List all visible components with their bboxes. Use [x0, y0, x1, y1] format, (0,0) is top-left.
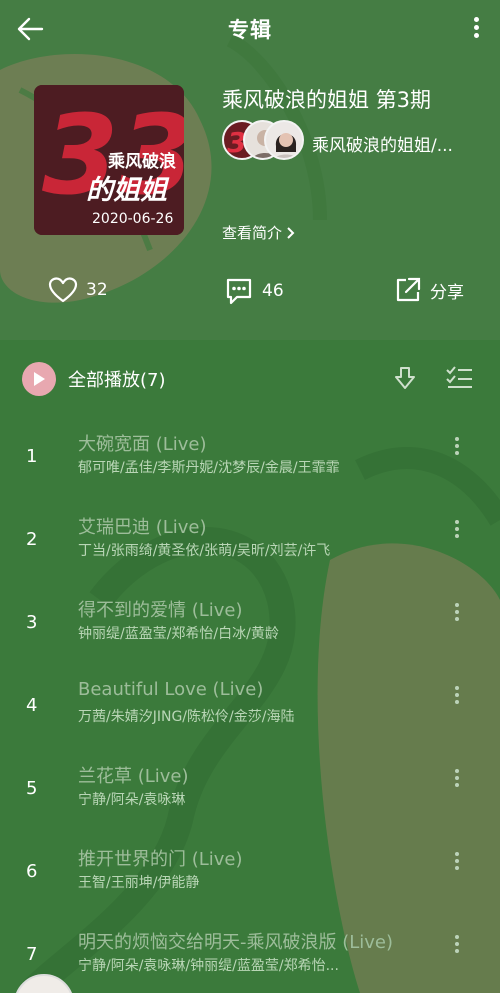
- dot: [455, 776, 459, 780]
- track-artists: 宁静/阿朵/袁咏琳: [78, 792, 186, 808]
- track-more-button[interactable]: [452, 849, 462, 877]
- dot: [455, 859, 459, 863]
- track-artists: 宁静/阿朵/袁咏琳/钟丽缇/蓝盈莹/郑希怡...: [78, 958, 339, 974]
- track-artists: 郁可唯/孟佳/李斯丹妮/沈梦辰/金晨/王霏霏: [78, 460, 340, 476]
- dot: [455, 700, 459, 704]
- play-all-button[interactable]: 全部播放(7): [22, 362, 166, 396]
- share-label: 分享: [430, 282, 464, 303]
- track-number: 7: [26, 944, 38, 965]
- download-icon: [395, 367, 415, 389]
- track-title: 明天的烦恼交给明天-乘风破浪版 (Live): [78, 932, 394, 953]
- track-title: 兰花草 (Live): [78, 766, 189, 787]
- more-vertical-icon: [455, 935, 459, 939]
- share-icon: [396, 277, 421, 302]
- dot: [473, 33, 479, 38]
- track-row[interactable]: 3 得不到的爱情 (Live) 钟丽缇/蓝盈莹/郑希怡/白冰/黄龄: [0, 596, 500, 679]
- track-row[interactable]: 6 推开世界的门 (Live) 王智/王丽坤/伊能静: [0, 845, 500, 928]
- track-title: 推开世界的门 (Live): [78, 849, 243, 870]
- more-vertical-icon: [455, 686, 459, 690]
- track-more-button[interactable]: [452, 517, 462, 545]
- like-button[interactable]: 32: [48, 276, 108, 304]
- page-title: 专辑: [228, 18, 272, 42]
- share-button[interactable]: 分享: [394, 276, 464, 304]
- heart-icon: [48, 277, 78, 303]
- dot: [455, 693, 459, 697]
- dot: [455, 534, 459, 538]
- play-all-label: 全部播放(7): [68, 370, 166, 391]
- track-number: 2: [26, 529, 38, 550]
- more-vertical-icon: [473, 17, 479, 22]
- multi-select-button[interactable]: [445, 366, 473, 394]
- dot: [455, 451, 459, 455]
- track-row[interactable]: 4 Beautiful Love (Live) 万茜/朱婧汐JING/陈松伶/金…: [0, 679, 500, 762]
- cover-line-1: 乘风破浪: [107, 151, 176, 172]
- album-name: 乘风破浪的姐姐 第3期: [222, 88, 432, 112]
- download-button[interactable]: [393, 366, 417, 396]
- dot: [455, 949, 459, 953]
- dot: [455, 610, 459, 614]
- track-title: 艾瑞巴迪 (Live): [78, 517, 207, 538]
- track-row[interactable]: 7 明天的烦恼交给明天-乘风破浪版 (Live) 宁静/阿朵/袁咏琳/钟丽缇/蓝…: [0, 928, 500, 993]
- like-count: 32: [86, 280, 108, 300]
- cover-date: 2020-06-26: [92, 211, 173, 227]
- top-bar: 专辑: [0, 0, 500, 58]
- more-options-button[interactable]: [470, 14, 482, 46]
- more-vertical-icon: [455, 603, 459, 607]
- dot: [455, 527, 459, 531]
- track-more-button[interactable]: [452, 434, 462, 462]
- intro-link-label: 查看简介: [222, 224, 283, 242]
- checklist-icon: [446, 366, 472, 388]
- album-cover[interactable]: 33 乘风破浪 的姐姐 2020-06-26: [34, 85, 184, 235]
- chevron-right-icon: [287, 226, 295, 239]
- more-vertical-icon: [455, 769, 459, 773]
- track-more-button[interactable]: [452, 600, 462, 628]
- more-vertical-icon: [455, 852, 459, 856]
- comment-button[interactable]: 46: [224, 276, 284, 306]
- track-number: 1: [26, 446, 38, 467]
- more-vertical-icon: [455, 520, 459, 524]
- album-artists[interactable]: 乘风破浪的姐姐/...: [312, 131, 453, 156]
- track-row[interactable]: 2 艾瑞巴迪 (Live) 丁当/张雨绮/黄圣依/张萌/吴昕/刘芸/许飞: [0, 513, 500, 596]
- more-vertical-icon: [455, 437, 459, 441]
- track-number: 3: [26, 612, 38, 633]
- track-more-button[interactable]: [452, 766, 462, 794]
- comment-icon: [226, 278, 252, 305]
- play-icon: [22, 362, 56, 396]
- cover-line-2: 的姐姐: [86, 175, 170, 206]
- dot: [455, 942, 459, 946]
- track-row[interactable]: 5 兰花草 (Live) 宁静/阿朵/袁咏琳: [0, 762, 500, 845]
- dot: [473, 25, 479, 30]
- track-artists: 万茜/朱婧汐JING/陈松伶/金莎/海陆: [78, 709, 295, 725]
- track-title: 得不到的爱情 (Live): [78, 600, 243, 621]
- avatar: [264, 120, 304, 160]
- comment-count: 46: [262, 281, 284, 301]
- track-title: 大碗宽面 (Live): [78, 434, 207, 455]
- track-artists: 王智/王丽坤/伊能静: [78, 875, 200, 891]
- track-more-button[interactable]: [452, 683, 462, 711]
- track-more-button[interactable]: [452, 932, 462, 960]
- dot: [455, 866, 459, 870]
- track-number: 5: [26, 778, 38, 799]
- view-intro-link[interactable]: 查看简介: [222, 222, 296, 243]
- track-artists: 钟丽缇/蓝盈莹/郑希怡/白冰/黄龄: [78, 626, 279, 642]
- dot: [455, 783, 459, 787]
- track-row[interactable]: 1 大碗宽面 (Live) 郁可唯/孟佳/李斯丹妮/沈梦辰/金晨/王霏霏: [0, 430, 500, 513]
- dot: [455, 617, 459, 621]
- track-title: Beautiful Love (Live): [78, 679, 264, 700]
- track-number: 4: [26, 695, 38, 716]
- track-number: 6: [26, 861, 38, 882]
- dot: [455, 444, 459, 448]
- artist-avatars[interactable]: 3: [222, 120, 304, 160]
- track-artists: 丁当/张雨绮/黄圣依/张萌/吴昕/刘芸/许飞: [78, 543, 331, 559]
